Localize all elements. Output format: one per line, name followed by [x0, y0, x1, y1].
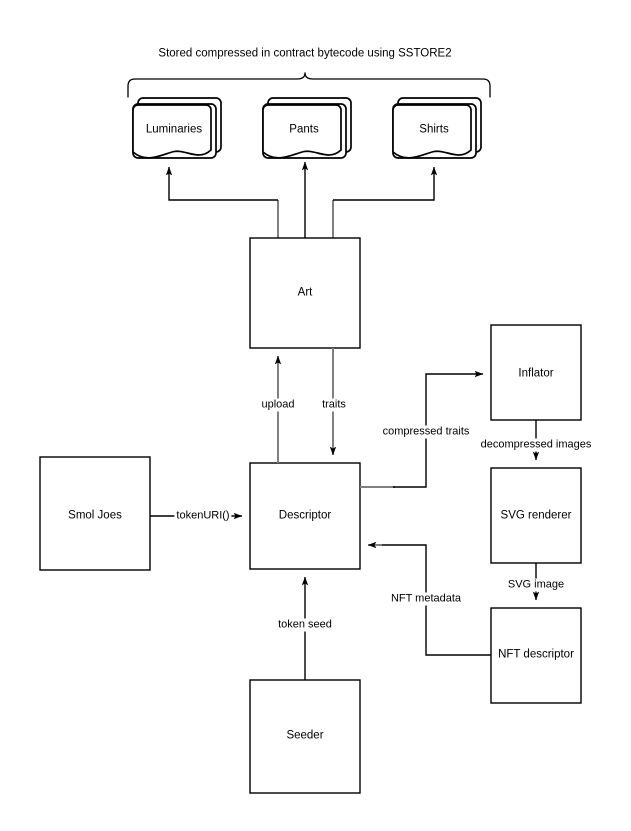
edge-label-compressed-traits: compressed traits [380, 425, 472, 439]
node-label-art: Art [297, 286, 313, 299]
edge-label-token-seed: token seed [276, 618, 334, 632]
edge-label-decompressed-images: decompressed images [478, 438, 594, 452]
node-label-smol-joes: Smol Joes [68, 509, 122, 522]
edge-art-to-luminaries [165, 166, 278, 201]
diagram-title: Stored compressed in contract bytecode u… [158, 47, 452, 60]
node-label-seeder: Seeder [286, 729, 324, 742]
edge-label-upload: upload [259, 398, 297, 412]
node-label-nft-descriptor: NFT descriptor [498, 648, 574, 661]
edge-label-traits: traits [320, 398, 348, 412]
node-label-svg-renderer: SVG renderer [500, 509, 572, 522]
store-label-shirts: Shirts [419, 123, 449, 136]
store-label-luminaries: Luminaries [145, 123, 203, 136]
edge-label-svg-image: SVG image [505, 578, 567, 592]
edge-label-token-uri: tokenURI() [174, 509, 232, 523]
edge-art-to-shirts [333, 166, 438, 201]
node-label-descriptor: Descriptor [278, 509, 332, 522]
node-label-inflator: Inflator [518, 367, 554, 380]
store-label-pants: Pants [289, 123, 319, 136]
edge-label-nft-metadata: NFT metadata [388, 592, 464, 606]
brace-stores [127, 72, 491, 98]
